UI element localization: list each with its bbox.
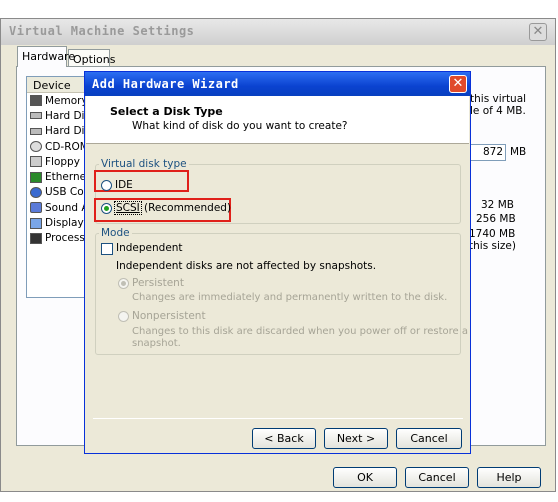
memory-info-line-2: le of 4 MB.	[470, 105, 526, 117]
persistent-label[interactable]: Persistent	[132, 277, 184, 289]
ide-radio[interactable]	[101, 180, 112, 191]
vm-settings-titlebar: Virtual Machine Settings ✕	[1, 19, 555, 45]
window-title: Virtual Machine Settings	[9, 24, 195, 38]
nonpersistent-description-line-2: snapshot.	[132, 338, 181, 349]
memory-guest-max: 256 MB	[476, 213, 516, 225]
memory-info-line-1: this virtual	[470, 93, 527, 105]
memory-recommended: 32 MB	[481, 199, 514, 211]
ethernet-icon	[30, 171, 42, 183]
persistent-description: Changes are immediately and permanently …	[132, 292, 448, 303]
scsi-label[interactable]: SCSI	[114, 201, 142, 215]
memory-unit: MB	[510, 146, 527, 158]
independent-checkbox[interactable]	[101, 243, 113, 255]
scsi-radio[interactable]	[101, 203, 112, 214]
add-hardware-wizard: Add Hardware Wizard ✕ Select a Disk Type…	[84, 71, 471, 454]
wizard-button-separator	[93, 418, 463, 419]
hard-disk-icon	[30, 112, 42, 120]
cdrom-icon	[30, 141, 42, 153]
sound-icon	[30, 202, 42, 214]
display-icon	[30, 217, 42, 229]
memory-note: this size)	[469, 240, 516, 252]
device-label: Display	[45, 217, 84, 230]
memory-size-input[interactable]: 872	[470, 144, 506, 161]
next-button[interactable]: Next >	[324, 428, 388, 449]
close-icon[interactable]: ✕	[529, 23, 547, 41]
processor-icon	[30, 232, 42, 244]
wizard-header: Select a Disk Type What kind of disk do …	[86, 96, 469, 144]
close-icon[interactable]: ✕	[449, 75, 467, 93]
nonpersistent-radio[interactable]	[118, 311, 129, 322]
device-label: Memory	[45, 94, 88, 107]
wizard-subheading: What kind of disk do you want to create?	[132, 120, 348, 132]
wizard-cancel-button[interactable]: Cancel	[396, 428, 462, 449]
disk-type-group-label: Virtual disk type	[99, 158, 189, 170]
tab-hardware[interactable]: Hardware	[17, 46, 75, 67]
nonpersistent-description-line-1: Changes to this disk are discarded when …	[132, 326, 468, 337]
help-button[interactable]: Help	[477, 467, 541, 488]
usb-icon	[30, 186, 42, 198]
nonpersistent-label[interactable]: Nonpersistent	[132, 310, 206, 322]
cancel-button[interactable]: Cancel	[405, 467, 469, 488]
ide-label[interactable]: IDE	[115, 179, 133, 191]
back-button[interactable]: < Back	[252, 428, 316, 449]
persistent-radio[interactable]	[118, 278, 129, 289]
independent-description: Independent disks are not affected by sn…	[116, 260, 377, 272]
mode-group-label: Mode	[99, 227, 132, 239]
memory-icon	[30, 95, 42, 107]
wizard-heading: Select a Disk Type	[110, 105, 223, 118]
memory-max: 1740 MB	[469, 228, 516, 240]
device-label: CD-ROM	[45, 140, 89, 153]
device-label: Floppy	[45, 155, 80, 168]
independent-label[interactable]: Independent	[116, 242, 183, 254]
ok-button[interactable]: OK	[333, 467, 397, 488]
wizard-titlebar: Add Hardware Wizard ✕	[85, 72, 470, 96]
wizard-title: Add Hardware Wizard	[92, 77, 239, 91]
floppy-icon	[30, 156, 42, 168]
hard-disk-icon	[30, 127, 42, 135]
scsi-recommended-note: (Recommended)	[144, 202, 232, 214]
